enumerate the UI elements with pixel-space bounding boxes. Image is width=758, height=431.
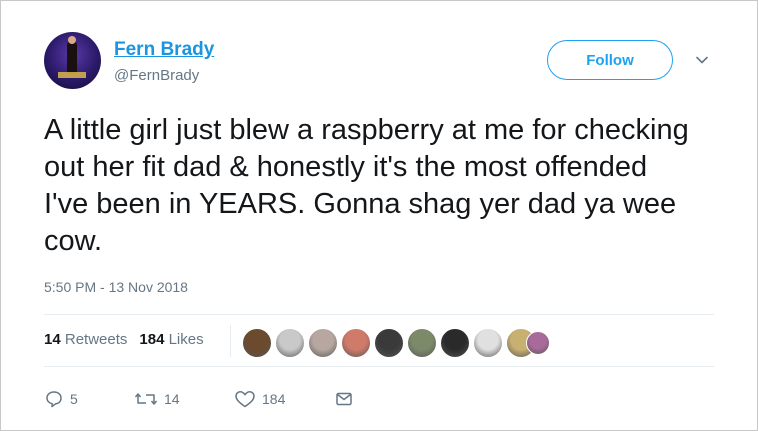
like-count: 184: [262, 391, 286, 407]
direct-message-button[interactable]: [334, 389, 354, 409]
author-handle[interactable]: @FernBrady: [114, 67, 199, 84]
reply-icon: [46, 391, 62, 408]
divider: [44, 366, 714, 367]
retweets-stat[interactable]: 14 Retweets: [44, 331, 127, 348]
liker-avatar[interactable]: [275, 328, 305, 358]
author-avatar[interactable]: [44, 32, 101, 89]
message-icon: [336, 392, 352, 406]
reply-button[interactable]: 5: [44, 389, 78, 409]
stats-separator: [230, 325, 231, 357]
likes-count: 184: [139, 331, 165, 348]
retweets-count: 14: [44, 331, 61, 348]
chevron-down-icon[interactable]: [695, 53, 709, 67]
heart-icon: [235, 390, 255, 408]
liker-avatar[interactable]: [341, 328, 371, 358]
like-button[interactable]: 184: [234, 389, 285, 409]
liker-avatar[interactable]: [473, 328, 503, 358]
follow-button[interactable]: Follow: [547, 40, 673, 80]
avatar-head: [68, 36, 76, 44]
liker-avatar[interactable]: [308, 328, 338, 358]
avatar-sign: [58, 72, 86, 78]
liker-avatar[interactable]: [526, 331, 550, 355]
retweets-label: Retweets: [64, 331, 128, 348]
likes-label: Likes: [168, 331, 204, 348]
avatar-figure: [67, 40, 77, 74]
tweet-timestamp[interactable]: 5:50 PM - 13 Nov 2018: [44, 279, 188, 295]
liker-avatar[interactable]: [407, 328, 437, 358]
likes-stat[interactable]: 184 Likes: [139, 331, 203, 348]
liker-avatar[interactable]: [374, 328, 404, 358]
retweet-button[interactable]: 14: [134, 389, 180, 409]
liker-avatar[interactable]: [242, 328, 272, 358]
reply-count: 5: [70, 391, 78, 407]
liker-avatar[interactable]: [440, 328, 470, 358]
tweet-text: A little girl just blew a raspberry at m…: [44, 114, 689, 257]
divider: [44, 314, 714, 315]
retweet-count: 14: [164, 391, 180, 407]
retweet-icon: [134, 393, 158, 405]
tweet-stats: 14 Retweets 184 Likes: [44, 331, 204, 348]
tweet-card: Fern Brady @FernBrady Follow A little gi…: [0, 0, 758, 431]
author-name[interactable]: Fern Brady: [114, 39, 214, 61]
